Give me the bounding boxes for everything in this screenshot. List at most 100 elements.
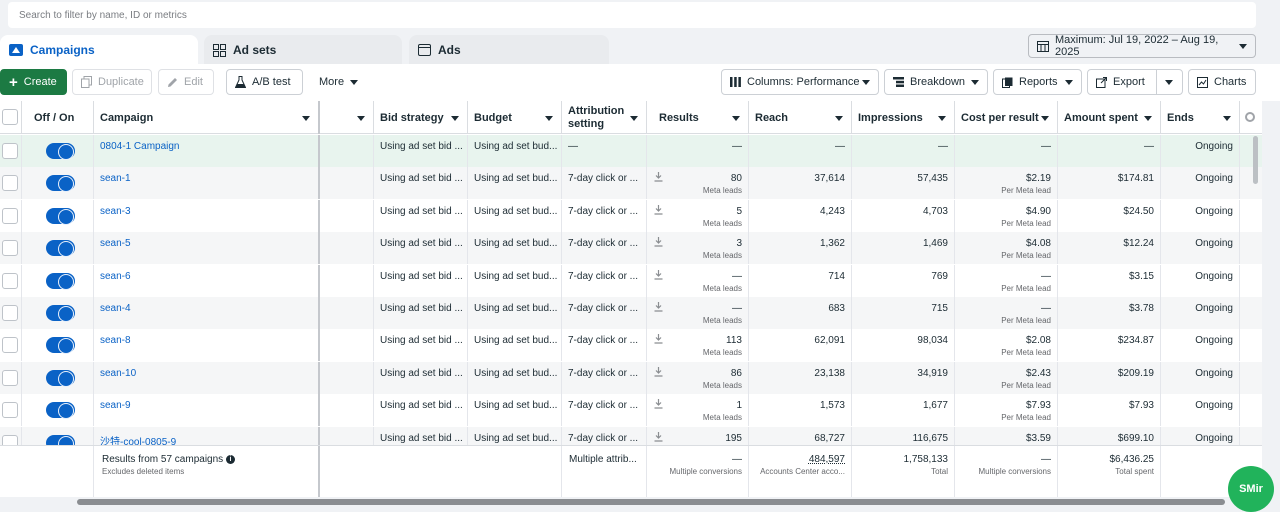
row-checkbox[interactable]: [2, 207, 18, 224]
table-row[interactable]: sean-6 Using ad set bid ... Using ad set b…: [0, 264, 1262, 297]
budget-cell: Using ad set bud...: [468, 329, 562, 362]
tab-ads[interactable]: Ads: [409, 35, 609, 65]
row-checkbox[interactable]: [2, 272, 18, 289]
campaign-toggle[interactable]: [46, 337, 75, 355]
charts-button[interactable]: Charts: [1188, 69, 1256, 95]
reports-button[interactable]: Reports: [993, 69, 1082, 95]
tab-ad-sets[interactable]: Ad sets: [204, 35, 402, 65]
budget-cell: Using ad set bud...: [468, 394, 562, 427]
campaign-toggle[interactable]: [46, 305, 75, 322]
folder-icon: [9, 44, 23, 56]
charts-label: Charts: [1214, 76, 1247, 88]
edit-button[interactable]: Edit: [158, 69, 214, 95]
row-checkbox[interactable]: [2, 402, 18, 419]
campaign-name-link[interactable]: sean-1: [100, 173, 131, 184]
campaign-name-link[interactable]: sean-8: [100, 335, 131, 346]
ab-test-button[interactable]: A/B test: [226, 69, 303, 95]
cpr-value: $4.90: [1025, 205, 1051, 217]
campaign-toggle[interactable]: [46, 175, 75, 193]
header-off-on[interactable]: Off / On: [22, 101, 94, 134]
table-row[interactable]: sean-1 Using ad set bid ... Using ad set b…: [0, 167, 1262, 200]
footer-amount-spent: $6,436.25 Total spent: [1058, 446, 1161, 497]
export-button[interactable]: Export: [1087, 69, 1183, 95]
campaign-toggle[interactable]: [46, 369, 75, 387]
vertical-scrollbar[interactable]: [1253, 136, 1258, 184]
campaign-name-link[interactable]: sean-4: [100, 303, 131, 314]
results-sub: Meta leads: [702, 380, 742, 390]
table-row[interactable]: sean-9 Using ad set bid ... Using ad set b…: [0, 394, 1262, 427]
table-row[interactable]: sean-5 Using ad set bid ... Using ad set b…: [0, 232, 1262, 265]
create-label: Create: [23, 76, 57, 88]
header-impressions[interactable]: Impressions: [852, 101, 955, 134]
results-sub: Meta leads: [702, 348, 742, 358]
table-row[interactable]: sean-3 Using ad set bid ... Using ad set b…: [0, 199, 1262, 232]
row-checkbox[interactable]: [2, 305, 18, 321]
campaign-toggle[interactable]: [46, 143, 75, 160]
attr-value: 7-day click or ...: [568, 335, 639, 347]
breakdown-button[interactable]: Breakdown: [884, 69, 988, 95]
search-input[interactable]: [19, 9, 1245, 21]
duplicate-button[interactable]: Duplicate: [72, 69, 152, 95]
header-cost-per-result[interactable]: Cost per result: [955, 101, 1058, 134]
table-row[interactable]: sean-10 Using ad set bid ... Using ad set …: [0, 361, 1262, 394]
table-row[interactable]: sean-4 Using ad set bid ... Using ad set b…: [0, 297, 1262, 329]
date-range-picker[interactable]: Maximum: Jul 19, 2022 – Aug 19, 2025: [1028, 34, 1256, 58]
info-icon[interactable]: i: [225, 454, 235, 464]
header-bid-strategy[interactable]: Bid strategy: [374, 101, 468, 134]
edit-label: Edit: [184, 76, 203, 88]
header-reach[interactable]: Reach: [749, 101, 852, 134]
table-footer: Results from 57 campaigns i Excludes del…: [0, 445, 1262, 497]
more-button[interactable]: More: [311, 69, 369, 95]
bid-value: Using ad set bid ...: [380, 141, 463, 152]
bid-cell: Using ad set bid ...: [374, 232, 468, 265]
footer-spacer: [0, 446, 94, 497]
campaign-toggle[interactable]: [46, 272, 75, 290]
columns-button[interactable]: Columns: Performance: [721, 69, 879, 95]
smir-badge[interactable]: SMir: [1228, 466, 1274, 512]
campaign-toggle[interactable]: [46, 207, 75, 225]
header-ends-label: Ends: [1167, 111, 1194, 124]
results-cell: — Meta leads: [647, 297, 749, 329]
header-budget[interactable]: Budget: [468, 101, 562, 134]
campaign-toggle[interactable]: [46, 240, 75, 258]
bid-value: Using ad set bid ...: [380, 303, 463, 314]
table-row[interactable]: 0804-1 Campaign Using ad set bid ... Using…: [0, 135, 1262, 167]
campaign-name-link[interactable]: 0804-1 Campaign: [100, 141, 180, 152]
footer-reach-value[interactable]: 484,597: [749, 454, 845, 465]
row-checkbox[interactable]: [2, 175, 18, 192]
download-icon: [654, 204, 663, 218]
header-attribution[interactable]: Attribution setting: [562, 101, 647, 134]
chevron-down-icon[interactable]: [1165, 80, 1173, 85]
header-campaign[interactable]: Campaign: [94, 101, 320, 134]
campaign-name-link[interactable]: sean-3: [100, 206, 131, 217]
tab-campaigns[interactable]: Campaigns: [0, 35, 198, 65]
row-checkbox[interactable]: [2, 143, 18, 159]
create-button[interactable]: + Create: [0, 69, 67, 95]
header-delivery[interactable]: [320, 101, 374, 134]
export-divider: [1156, 70, 1157, 94]
horizontal-scrollbar[interactable]: [77, 499, 1225, 505]
row-checkbox[interactable]: [2, 369, 18, 386]
ends-value: Ongoing: [1195, 141, 1233, 152]
header-results[interactable]: Results: [647, 101, 749, 134]
row-checkbox[interactable]: [2, 240, 18, 257]
campaign-name-link[interactable]: sean-5: [100, 238, 131, 249]
row-select-cell: [0, 135, 22, 167]
campaign-name-link[interactable]: sean-9: [100, 400, 131, 411]
column-settings-icon[interactable]: [1245, 112, 1255, 122]
campaign-name-link[interactable]: sean-10: [100, 368, 136, 379]
search-bar[interactable]: [8, 2, 1256, 28]
header-amount-spent[interactable]: Amount spent: [1058, 101, 1161, 134]
row-checkbox[interactable]: [2, 337, 18, 354]
attr-value: 7-day click or ...: [568, 432, 639, 444]
campaign-name-link[interactable]: sean-6: [100, 271, 131, 282]
impressions-value: 1,469: [922, 238, 948, 250]
delivery-cell: [320, 297, 374, 329]
attr-value: 7-day click or ...: [568, 270, 639, 282]
select-all-checkbox[interactable]: [2, 109, 18, 125]
header-ends[interactable]: Ends: [1161, 101, 1240, 134]
campaign-toggle[interactable]: [46, 402, 75, 420]
chevron-down-icon: [1144, 116, 1152, 121]
impressions-value: 57,435: [917, 173, 948, 185]
table-row[interactable]: sean-8 Using ad set bid ... Using ad set b…: [0, 329, 1262, 362]
